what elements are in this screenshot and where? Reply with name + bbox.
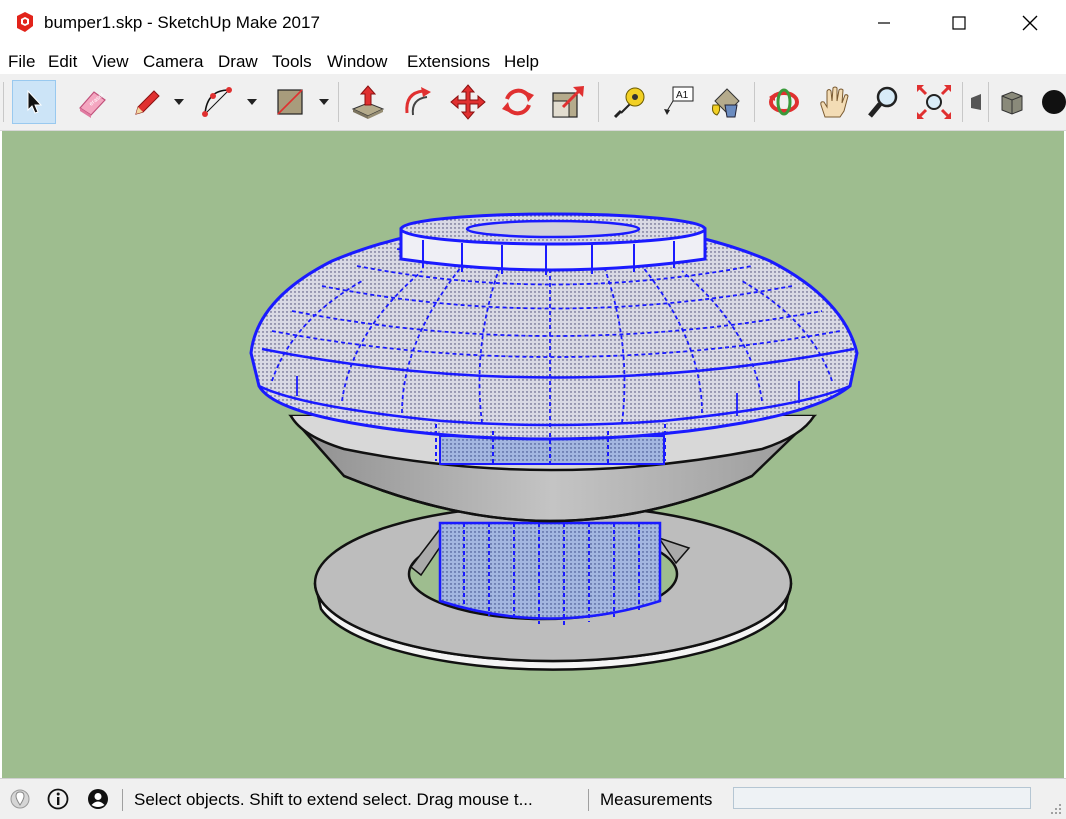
close-icon xyxy=(1022,15,1038,31)
arc-icon xyxy=(202,87,232,117)
text-tool-button[interactable]: A1 xyxy=(656,80,700,124)
menu-edit[interactable]: Edit xyxy=(48,52,77,72)
drawing-viewport[interactable] xyxy=(2,131,1064,778)
text-label-icon: A1 xyxy=(664,86,694,115)
menu-camera[interactable]: Camera xyxy=(143,52,203,72)
menu-extensions[interactable]: Extensions xyxy=(407,52,490,72)
resize-grip-icon[interactable] xyxy=(1050,803,1062,815)
chevron-down-icon xyxy=(174,99,184,105)
top-collar-selected[interactable] xyxy=(399,212,707,275)
orbit-icon xyxy=(769,88,799,116)
move-tool-button[interactable] xyxy=(446,80,490,124)
rotate-icon xyxy=(502,88,534,116)
text-tool-label: A1 xyxy=(676,90,689,101)
window-title: bumper1.skp - SketchUp Make 2017 xyxy=(44,13,320,32)
credits-button[interactable] xyxy=(46,787,70,811)
rectangle-tool-button[interactable] xyxy=(268,80,312,124)
title-bar: bumper1.skp - SketchUp Make 2017 xyxy=(0,0,1066,46)
eraser-tool-button[interactable]: eraser xyxy=(70,80,114,124)
push-pull-icon xyxy=(351,85,385,119)
maximize-icon xyxy=(952,16,966,30)
scale-icon xyxy=(552,86,584,118)
info-icon xyxy=(47,788,69,810)
large-toolset-toolbar: eraser A1 xyxy=(0,74,1066,131)
chevron-down-icon xyxy=(319,99,329,105)
measurements-label: Measurements xyxy=(600,790,713,809)
geo-location-button[interactable] xyxy=(8,787,32,811)
toolbar-grip xyxy=(3,82,4,122)
menu-view[interactable]: View xyxy=(92,52,129,72)
warehouse-tool-button-partial[interactable] xyxy=(966,80,986,124)
zoom-extents-tool-button[interactable] xyxy=(912,80,956,124)
arc-dropdown-arrow[interactable] xyxy=(246,96,258,108)
menu-tools[interactable]: Tools xyxy=(272,52,312,72)
status-hint-text: Select objects. Shift to extend select. … xyxy=(134,790,533,809)
menu-file[interactable]: File xyxy=(8,52,35,72)
user-account-button[interactable] xyxy=(86,787,110,811)
rotate-tool-button[interactable] xyxy=(496,80,540,124)
move-arrows-icon xyxy=(450,84,486,120)
minimize-button[interactable] xyxy=(858,0,910,46)
toolbar-separator xyxy=(598,82,599,122)
pan-tool-button[interactable] xyxy=(812,80,856,124)
arc-tool-button[interactable] xyxy=(196,80,240,124)
rectangle-dropdown-arrow[interactable] xyxy=(318,96,330,108)
lower-shaft-selected[interactable] xyxy=(438,521,662,625)
magnifier-icon xyxy=(868,86,898,118)
status-bar: Select objects. Shift to extend select. … xyxy=(0,778,1066,819)
paint-bucket-tool-button[interactable] xyxy=(704,80,748,124)
pencil-dropdown-arrow[interactable] xyxy=(173,96,185,108)
paint-bucket-icon xyxy=(712,88,740,118)
cursor-arrow-icon xyxy=(27,89,43,114)
components-tool-button[interactable] xyxy=(994,80,1030,124)
menu-help[interactable]: Help xyxy=(504,52,539,72)
rectangle-icon xyxy=(277,89,303,115)
toolbar-separator xyxy=(754,82,755,122)
styles-tool-button-partial[interactable] xyxy=(1034,80,1066,124)
orbit-tool-button[interactable] xyxy=(762,80,806,124)
hand-icon xyxy=(820,86,849,118)
toolbar-separator xyxy=(338,82,339,122)
offset-tool-button[interactable] xyxy=(396,80,440,124)
tape-measure-icon xyxy=(613,87,645,119)
eraser-icon: eraser xyxy=(79,91,106,118)
status-separator xyxy=(588,789,589,811)
menu-window[interactable]: Window xyxy=(327,52,387,72)
pencil-icon xyxy=(135,90,160,115)
user-avatar-icon xyxy=(88,789,108,809)
zoom-tool-button[interactable] xyxy=(862,80,906,124)
maximize-button[interactable] xyxy=(933,0,985,46)
menu-bar: File Edit View Camera Draw Tools Window … xyxy=(0,46,1066,74)
status-separator xyxy=(122,789,123,811)
minimize-icon xyxy=(878,22,890,24)
offset-icon xyxy=(405,87,431,116)
chevron-down-icon xyxy=(247,99,257,105)
push-pull-tool-button[interactable] xyxy=(346,80,390,124)
toolbar-separator xyxy=(962,82,963,122)
measurements-input[interactable] xyxy=(733,787,1031,809)
sketchup-logo-icon xyxy=(17,12,33,32)
warehouse-icon xyxy=(971,94,981,110)
styles-icon xyxy=(1042,90,1066,114)
location-pin-icon xyxy=(10,789,30,809)
close-button[interactable] xyxy=(1004,0,1056,46)
toolbar-separator xyxy=(988,82,989,122)
zoom-extents-icon xyxy=(916,84,952,120)
model-canvas[interactable] xyxy=(2,131,1064,778)
scale-tool-button[interactable] xyxy=(546,80,590,124)
select-tool-button[interactable] xyxy=(12,80,56,124)
tape-measure-tool-button[interactable] xyxy=(606,80,650,124)
menu-draw[interactable]: Draw xyxy=(218,52,258,72)
components-icon xyxy=(1001,91,1023,115)
pencil-tool-button[interactable] xyxy=(124,80,168,124)
